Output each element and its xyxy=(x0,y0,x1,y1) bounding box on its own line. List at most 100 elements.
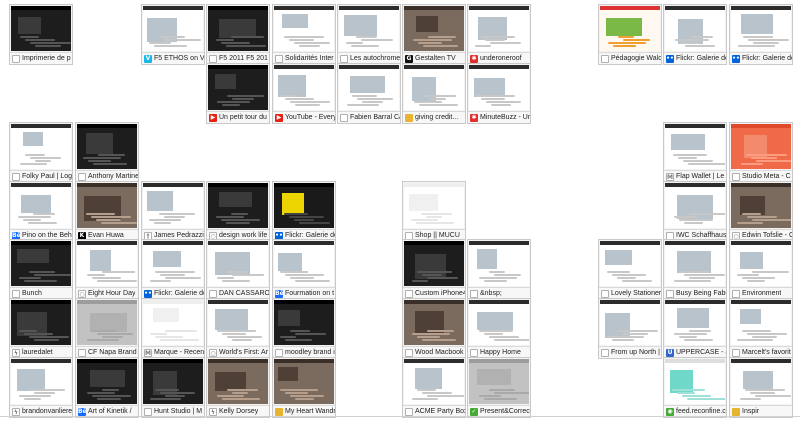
bookmark-tile-happy-home[interactable]: Happy Home xyxy=(467,298,531,359)
bookmark-tile-cf-napa-brand[interactable]: CF Napa Brand xyxy=(75,298,139,359)
bookmark-tile-james-pedrazzin[interactable]: † James Pedrazzin xyxy=(141,181,205,242)
bottom-divider xyxy=(0,416,800,417)
bookmark-tile-acme-party-box[interactable]: ACME Party Box xyxy=(402,357,466,418)
page-icon xyxy=(209,290,217,298)
bookmark-tile-brandonvanliere[interactable]: ϟ brandonvanliere xyxy=(9,357,73,418)
bookmark-tile-custom-iphone4[interactable]: Custom iPhone4 xyxy=(402,239,466,300)
bookmark-tile-kelly-dorsey[interactable]: ϟ Kelly Dorsey xyxy=(206,357,270,418)
page-icon xyxy=(275,349,283,357)
bookmark-tile-nbsp[interactable]: &nbsp; xyxy=(467,239,531,300)
bookmark-tile-dan-cassaro[interactable]: DAN CASSARO - xyxy=(206,239,270,300)
bookmark-tile-iwc-schaffhause[interactable]: IWC Schaffhause xyxy=(663,181,727,242)
bookmark-tile-present-correct[interactable]: ✓ Present&Correct xyxy=(467,357,531,418)
bookmark-tile-world-s-first-ar[interactable]: ○ World's First: Ar xyxy=(206,298,270,359)
page-icon xyxy=(405,290,413,298)
tile-caption: Imprimerie de p xyxy=(10,52,72,64)
bookmark-tile-folky-paul-log[interactable]: Folky Paul | Log xyxy=(9,122,73,183)
bookmark-tile-my-heart-wandr[interactable]: My Heart Wandr xyxy=(272,357,336,418)
bookmark-tile-bunch[interactable]: Bunch xyxy=(9,239,73,300)
bookmark-tile-imprimerie-de-p[interactable]: Imprimerie de p xyxy=(9,4,73,65)
bookmark-tile-uppercase-jo[interactable]: UUPPERCASE - Jo xyxy=(663,298,727,359)
bookmark-tile-edwin-tofslie-c[interactable]: ○ Edwin Tofslie - C xyxy=(729,181,793,242)
bookmark-tile-minutebuzz-ur[interactable]: ✱ MinuteBuzz - Ur xyxy=(467,63,531,124)
page-thumbnail xyxy=(600,6,660,51)
page-icon xyxy=(601,55,609,63)
u-icon: U xyxy=(666,349,674,357)
tile-label: giving credit... xyxy=(415,114,459,121)
bookmark-tile-evan-huwa[interactable]: K Evan Huwa xyxy=(75,181,139,242)
tile-caption: From up North | xyxy=(599,346,661,358)
bookmark-tile-flickr-galerie-de[interactable]: •• Flickr: Galerie de xyxy=(663,4,727,65)
circle-icon: ○ xyxy=(78,290,86,298)
thumbnail-grid: Imprimerie de p V F5 ETHOS on Vi F5 2011 F5… xyxy=(0,0,800,421)
page-icon xyxy=(601,290,609,298)
page-icon xyxy=(12,173,20,181)
bookmark-tile-anthony-martine[interactable]: Anthony Martine xyxy=(75,122,139,183)
bookmark-tile-feed-reconfine-c[interactable]: ◉ feed.reconfine.c xyxy=(663,357,727,418)
feed-icon: ◉ xyxy=(666,408,674,416)
bookmark-tile-marcelt-s-favorit[interactable]: Marcelt's favorit xyxy=(729,298,793,359)
page-thumbnail xyxy=(11,183,71,228)
bookmark-tile-fourmation-on-t[interactable]: Bē Fourmation on t xyxy=(272,239,336,300)
tile-label: MinuteBuzz - Ur xyxy=(480,114,530,121)
bookmark-tile-studio-meta-c[interactable]: Studio Meta - C xyxy=(729,122,793,183)
bookmark-tile-busy-being-fabu[interactable]: Busy Being Fabu xyxy=(663,239,727,300)
bookmark-tile-gestalten-tv[interactable]: G Gestalten TV xyxy=(402,4,466,65)
m-icon: M xyxy=(666,173,674,181)
page-thumbnail xyxy=(731,241,791,286)
page-thumbnail xyxy=(77,241,137,286)
page-thumbnail xyxy=(208,65,268,110)
bookmark-tile-fabien-barral-c[interactable]: Fabien Barral C& xyxy=(337,63,401,124)
tile-caption: giving credit... xyxy=(403,111,465,123)
bookmark-tile-from-up-north[interactable]: From up North | xyxy=(598,298,662,359)
page-thumbnail xyxy=(77,124,137,169)
page-thumbnail xyxy=(208,6,268,51)
bookmark-tile-youtube-every[interactable]: ▶ YouTube - Every xyxy=(272,63,336,124)
bookmark-tile-flickr-galerie-de[interactable]: •• Flickr: Galerie de xyxy=(729,4,793,65)
bookmark-tile-shop-mucu[interactable]: Shop || MUCU xyxy=(402,181,466,242)
page-thumbnail xyxy=(469,359,529,404)
bookmark-tile-f5-ethos-on-vi[interactable]: V F5 ETHOS on Vi xyxy=(141,4,205,65)
bookmark-tile-lauredalet[interactable]: ϟ lauredalet xyxy=(9,298,73,359)
bookmark-tile-design-work-life[interactable]: ○ design work life xyxy=(206,181,270,242)
tile-caption: ▶ YouTube - Every xyxy=(273,111,335,123)
bookmark-tile-lovely-stationer[interactable]: Lovely Stationer xyxy=(598,239,662,300)
bolt-icon: ϟ xyxy=(209,408,217,416)
page-thumbnail xyxy=(274,241,334,286)
m-icon: M xyxy=(144,349,152,357)
bookmark-tile-p-dagogie-wald[interactable]: Pédagogie Wald xyxy=(598,4,662,65)
bookmark-tile-hunt-studio-m[interactable]: Hunt Studio | M xyxy=(141,357,205,418)
bookmark-tile-inspir[interactable]: Inspir xyxy=(729,357,793,418)
bookmark-tile-les-autochrome[interactable]: Les autochrome xyxy=(337,4,401,65)
bookmark-tile-eight-hour-day[interactable]: ○ Eight Hour Day xyxy=(75,239,139,300)
page-thumbnail xyxy=(665,241,725,286)
tile-label: Flickr: Galerie de xyxy=(676,55,726,62)
page-thumbnail xyxy=(11,241,71,286)
page-icon xyxy=(12,290,20,298)
bookmark-tile-moodley-brand-i[interactable]: moodley brand i xyxy=(272,298,336,359)
bookmark-tile-pino-on-the-beh[interactable]: Bē Pino on the Beh xyxy=(9,181,73,242)
bookmark-tile-f5-2011-f5-201[interactable]: F5 2011 F5 201 xyxy=(206,4,270,65)
bookmark-tile-un-petit-tour-du[interactable]: ▶ Un petit tour du xyxy=(206,63,270,124)
tile-caption: •• Flickr: Galerie de xyxy=(730,52,792,64)
bookmark-tile-solidarit-s-inter[interactable]: Solidarités Inter xyxy=(272,4,336,65)
bookmark-tile-marque-recent[interactable]: M Marque - Recent xyxy=(141,298,205,359)
bookmark-tile-flickr-galerie-de[interactable]: •• Flickr: Galerie de xyxy=(141,239,205,300)
bookmark-tile-underoneroof[interactable]: ✱ underoneroof xyxy=(467,4,531,65)
bolt-icon: ϟ xyxy=(12,408,20,416)
page-thumbnail xyxy=(143,359,203,404)
page-icon xyxy=(78,349,86,357)
page-icon xyxy=(209,55,217,63)
page-icon xyxy=(405,408,413,416)
page-thumbnail xyxy=(11,6,71,51)
bookmark-tile-giving-credit[interactable]: giving credit... xyxy=(402,63,466,124)
bookmark-tile-wood-macbook[interactable]: Wood Macbook xyxy=(402,298,466,359)
bookmark-tile-flickr-galerie-de[interactable]: •• Flickr: Galerie de xyxy=(272,181,336,242)
red-icon: ✱ xyxy=(470,114,478,122)
bookmark-tile-art-of-kinetik[interactable]: Bē Art of Kinetik / xyxy=(75,357,139,418)
bookmark-tile-environment[interactable]: Environment xyxy=(729,239,793,300)
page-thumbnail xyxy=(77,359,137,404)
bookmark-tile-flap-wallet-le[interactable]: M Flap Wallet | Le xyxy=(663,122,727,183)
youtube-icon: ▶ xyxy=(209,114,217,122)
tile-label: F5 ETHOS on Vi xyxy=(154,55,204,62)
